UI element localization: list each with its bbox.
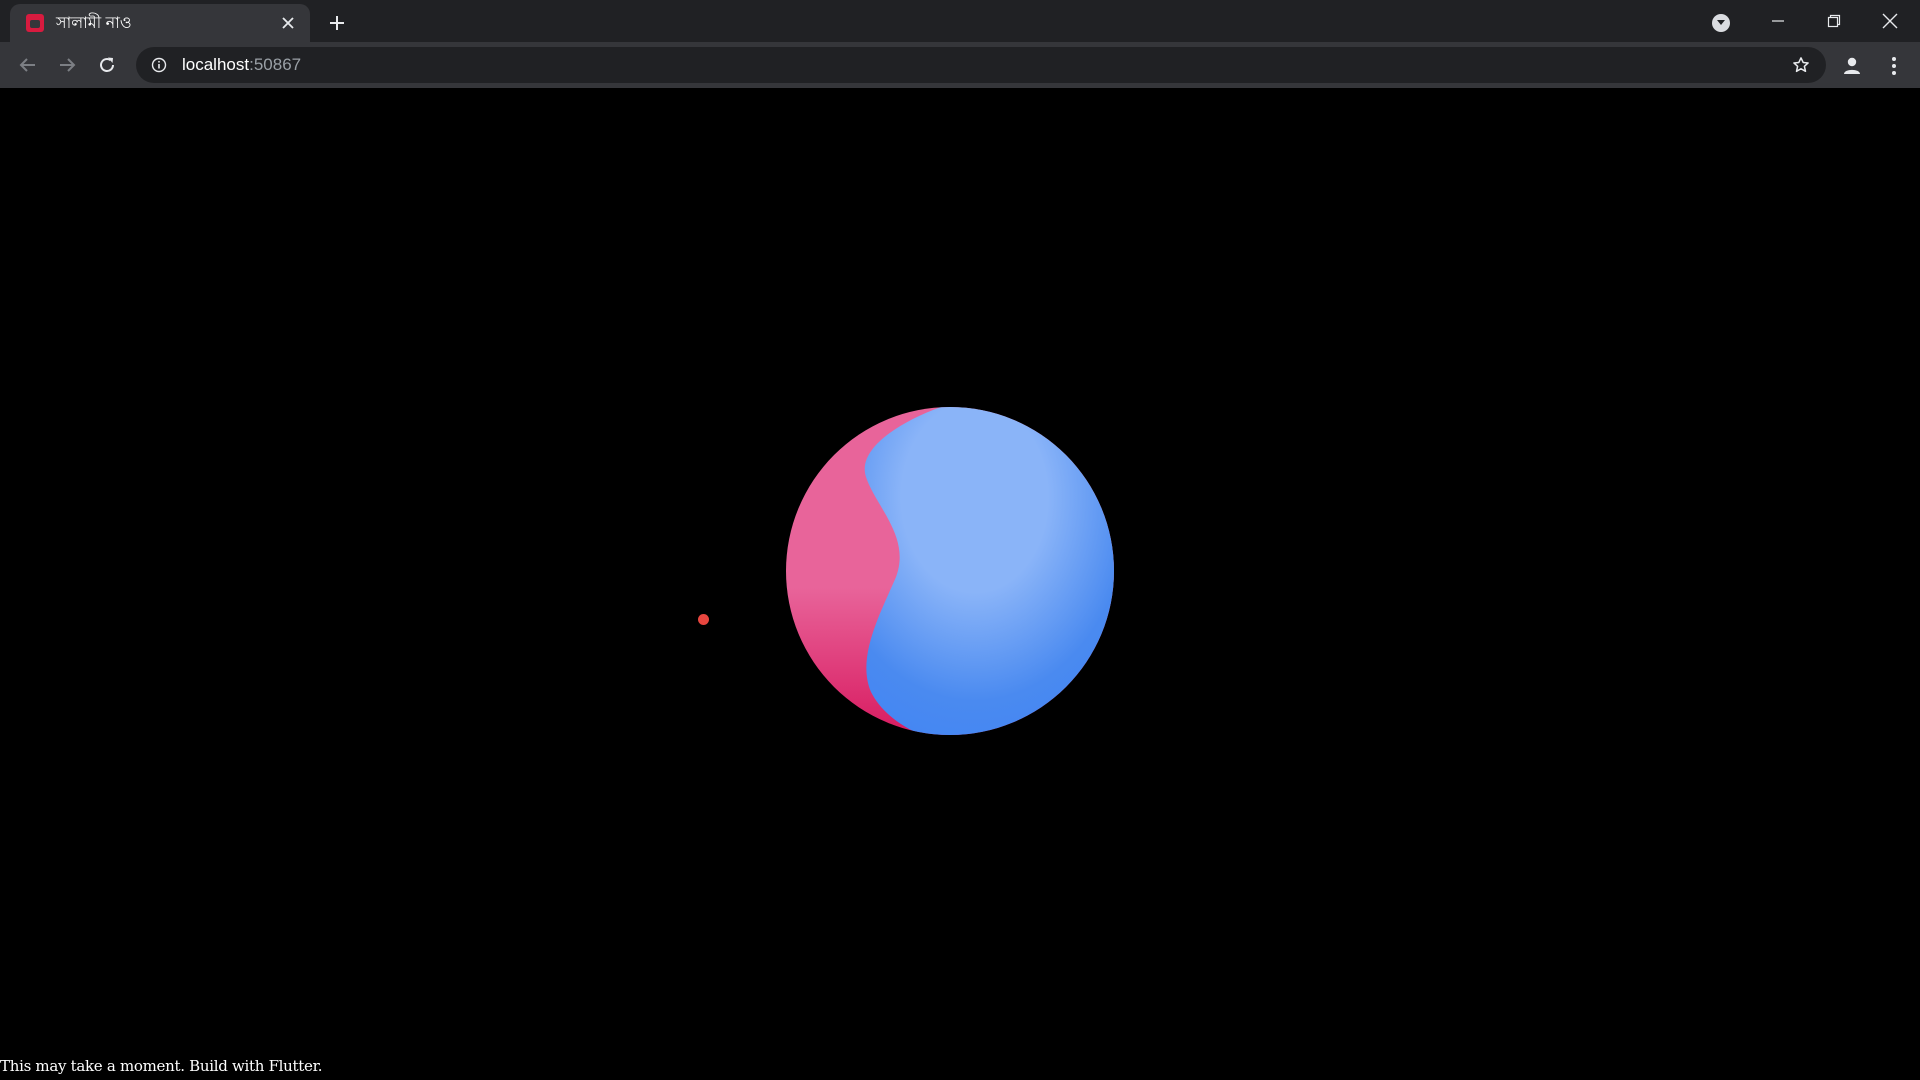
kebab-menu-icon	[1892, 57, 1896, 75]
tab-search-button[interactable]	[1706, 8, 1736, 38]
window-close-button[interactable]	[1862, 0, 1918, 42]
plus-icon	[330, 16, 344, 30]
arrow-back-icon	[19, 58, 35, 72]
star-icon	[1793, 57, 1809, 73]
flutter-loading-ball	[786, 407, 1114, 735]
url-host: localhost	[182, 55, 250, 74]
url-text: localhost:50867	[182, 55, 301, 75]
tab-search-icon	[1712, 14, 1730, 32]
arrow-forward-icon	[60, 58, 76, 72]
person-icon	[1844, 57, 1860, 74]
tab-strip: সালামী নাও	[0, 0, 1920, 42]
loader-blue-wave	[864, 407, 1114, 735]
back-button[interactable]	[12, 49, 44, 81]
profile-button[interactable]	[1836, 50, 1868, 82]
minimize-icon	[1772, 20, 1784, 22]
close-icon	[1882, 13, 1898, 29]
info-icon[interactable]	[148, 54, 170, 76]
bookmark-button[interactable]	[1788, 52, 1814, 78]
reload-icon	[100, 57, 114, 72]
browser-menu-button[interactable]	[1878, 50, 1910, 82]
page-viewport: This may take a moment. Build with Flutt…	[0, 88, 1920, 1080]
browser-tab[interactable]: সালামী নাও	[10, 4, 310, 42]
new-tab-button[interactable]	[322, 8, 352, 38]
minimize-button[interactable]	[1750, 0, 1806, 42]
browser-toolbar: localhost:50867	[0, 42, 1920, 88]
tab-title: সালামী নাও	[56, 14, 132, 32]
forward-button[interactable]	[51, 49, 83, 81]
app-favicon-icon	[26, 14, 44, 32]
address-bar[interactable]: localhost:50867	[136, 47, 1826, 83]
url-port: :50867	[249, 55, 302, 74]
tab-close-button[interactable]	[274, 9, 302, 37]
loading-message: This may take a moment. Build with Flutt…	[0, 1057, 323, 1075]
restore-icon	[1827, 14, 1841, 28]
reload-button[interactable]	[91, 49, 123, 81]
restore-button[interactable]	[1806, 0, 1862, 42]
loader-dot	[698, 614, 709, 625]
close-icon	[282, 17, 294, 29]
